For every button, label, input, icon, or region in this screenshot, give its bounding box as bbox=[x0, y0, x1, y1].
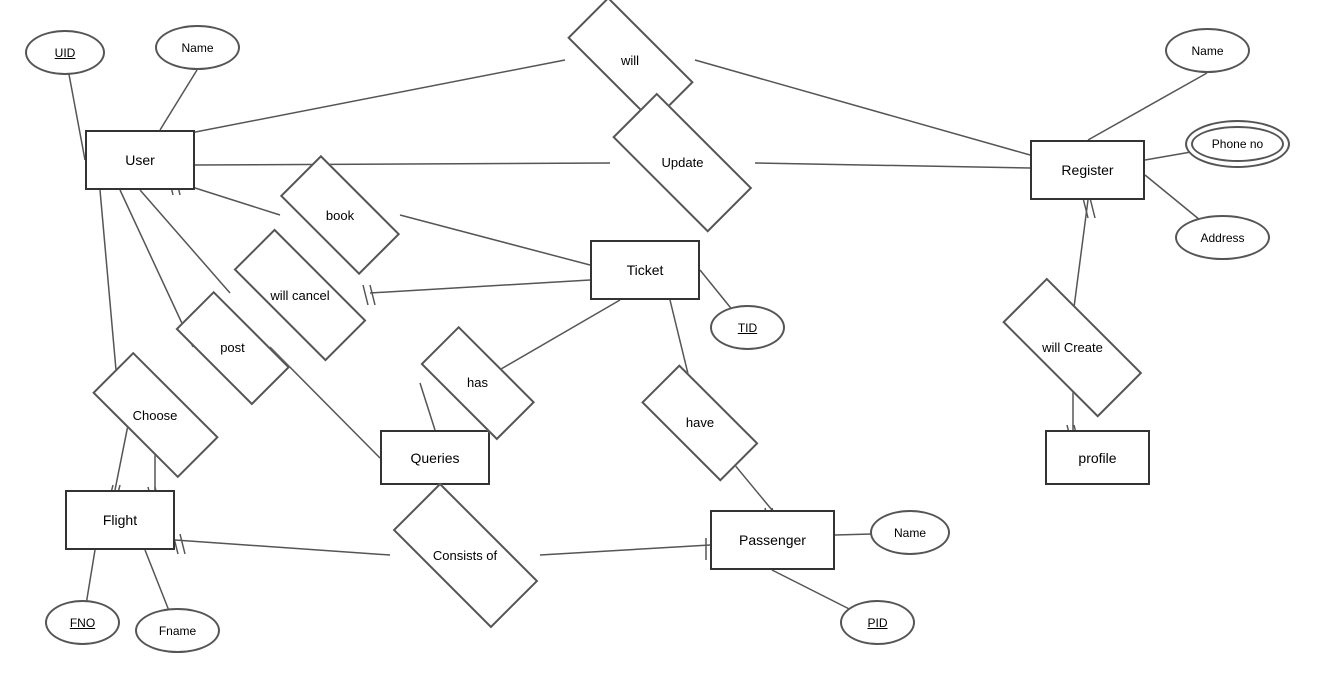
entity-flight: Flight bbox=[65, 490, 175, 550]
attr-pname: Name bbox=[870, 510, 950, 555]
attr-tid: TID bbox=[710, 305, 785, 350]
rel-have: have bbox=[640, 395, 760, 450]
rel-will: will bbox=[565, 30, 695, 90]
attr-pid: PID bbox=[840, 600, 915, 645]
entity-profile: profile bbox=[1045, 430, 1150, 485]
attr-uid: UID bbox=[25, 30, 105, 75]
rel-update: Update bbox=[610, 130, 755, 195]
entity-passenger: Passenger bbox=[710, 510, 835, 570]
rel-consistsof: Consists of bbox=[390, 520, 540, 590]
rel-post: post bbox=[175, 320, 290, 375]
entity-user: User bbox=[85, 130, 195, 190]
entity-register: Register bbox=[1030, 140, 1145, 200]
attr-rname: Name bbox=[1165, 28, 1250, 73]
rel-willcancel: will cancel bbox=[230, 265, 370, 325]
attr-fname: Fname bbox=[135, 608, 220, 653]
rel-choose: Choose bbox=[90, 385, 220, 445]
attr-phoneno: Phone no bbox=[1185, 120, 1290, 168]
er-diagram-canvas: User Ticket Register Flight Passenger pr… bbox=[0, 0, 1343, 696]
attr-uname: Name bbox=[155, 25, 240, 70]
entity-ticket: Ticket bbox=[590, 240, 700, 300]
attr-address: Address bbox=[1175, 215, 1270, 260]
rel-has: has bbox=[420, 355, 535, 410]
rel-willcreate: will Create bbox=[1000, 315, 1145, 380]
rel-book: book bbox=[280, 185, 400, 245]
entity-queries: Queries bbox=[380, 430, 490, 485]
attr-fno: FNO bbox=[45, 600, 120, 645]
